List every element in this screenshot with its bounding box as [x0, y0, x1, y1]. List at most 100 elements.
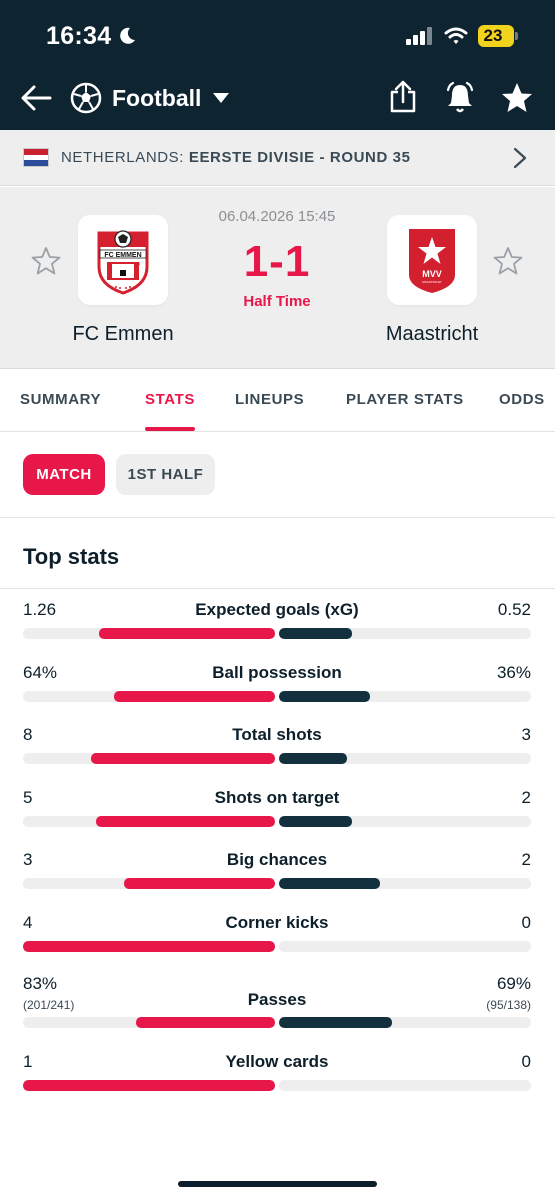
home-stat-bar	[136, 1017, 275, 1028]
home-bar-track	[23, 753, 275, 764]
stat-label: Passes	[247, 990, 307, 1009]
home-stat-bar	[23, 941, 275, 952]
stat-row: 5 Shots on target 2	[23, 788, 531, 848]
battery-level: 23	[483, 26, 503, 45]
period-selector: MATCH 1ST HALF	[0, 432, 555, 518]
home-stat-bar	[99, 628, 275, 639]
svg-text:FC EMMEN: FC EMMEN	[104, 252, 141, 259]
home-bar-track	[23, 816, 275, 827]
away-bar-track	[279, 691, 531, 702]
stat-label: Yellow cards	[225, 1052, 329, 1071]
stat-label: Total shots	[232, 725, 322, 744]
stat-away-value: 2	[521, 850, 531, 869]
stat-row: 64% Ball possession 36%	[23, 663, 531, 723]
period-1st-half-button[interactable]: 1ST HALF	[116, 454, 215, 495]
app-header: 16:34 23 Football	[0, 0, 555, 130]
stat-row: 3 Big chances 2	[23, 850, 531, 910]
home-bar-track	[23, 628, 275, 639]
home-team-logo[interactable]: FC EMMEN 1925	[78, 215, 168, 305]
away-stat-bar	[279, 1017, 392, 1028]
netherlands-flag-icon	[23, 148, 49, 167]
away-bar-track	[279, 1017, 531, 1028]
home-bar-track	[23, 941, 275, 952]
stat-away-value: 69%	[496, 974, 531, 993]
divider	[0, 588, 555, 589]
svg-text:MVV: MVV	[422, 269, 442, 279]
stat-label: Corner kicks	[225, 913, 329, 932]
away-stat-bar	[279, 878, 380, 889]
away-bar-track	[279, 1080, 531, 1091]
away-team-logo[interactable]: MVV MAASTRICHT	[387, 215, 477, 305]
match-date: 06.04.2026 15:45	[218, 208, 336, 225]
notification-bell-icon[interactable]	[444, 80, 476, 114]
battery-icon: 23	[478, 25, 518, 47]
away-stat-bar	[279, 628, 352, 639]
away-bar-track	[279, 878, 531, 889]
match-header: FC EMMEN 1925 FC Emmen 06.04.2026 15:45 …	[0, 187, 555, 369]
tab-player-stats[interactable]: PLAYER STATS	[346, 391, 464, 408]
away-stat-bar	[279, 816, 352, 827]
chevron-right-icon	[513, 147, 527, 169]
away-bar-track	[279, 628, 531, 639]
stat-away-subvalue: (95/138)	[486, 998, 531, 1012]
status-time: 16:34	[46, 22, 112, 50]
svg-text:MAASTRICHT: MAASTRICHT	[422, 280, 442, 284]
stat-label: Shots on target	[214, 788, 340, 807]
chevron-down-icon	[213, 93, 230, 103]
home-team-favorite-star-icon[interactable]	[30, 245, 62, 277]
tab-lineups[interactable]: LINEUPS	[235, 391, 304, 408]
away-stat-bar	[279, 691, 370, 702]
away-team-favorite-star-icon[interactable]	[492, 245, 524, 277]
favorite-star-icon[interactable]	[500, 81, 534, 115]
home-stat-bar	[96, 816, 275, 827]
active-tab-indicator	[145, 427, 195, 431]
stat-row: 4 Corner kicks 0	[23, 913, 531, 973]
tab-stats[interactable]: STATS	[145, 391, 195, 408]
moon-icon	[120, 27, 135, 44]
wifi-icon	[444, 27, 468, 44]
top-stats-title: Top stats	[23, 544, 120, 569]
stat-row: 8 Total shots 3	[23, 725, 531, 785]
fc-emmen-crest-icon: FC EMMEN 1925	[97, 230, 149, 295]
mvv-maastricht-crest-icon: MVV MAASTRICHT	[409, 229, 455, 293]
home-bar-track	[23, 691, 275, 702]
home-indicator[interactable]	[178, 1181, 377, 1187]
home-team-name[interactable]: FC Emmen	[43, 323, 203, 346]
league-row[interactable]: NETHERLANDS: EERSTE DIVISIE - ROUND 35	[0, 130, 555, 186]
match-score: 1-1	[243, 237, 311, 286]
stat-home-subvalue: (201/241)	[23, 998, 75, 1012]
away-bar-track	[279, 816, 531, 827]
stat-row: 83% Passes 69% (201/241) (95/138)	[23, 974, 531, 1034]
home-bar-track	[23, 1017, 275, 1028]
cellular-signal-icon	[406, 27, 432, 45]
sport-label: Football	[112, 84, 202, 111]
sport-selector[interactable]: Football	[70, 80, 230, 116]
tab-odds[interactable]: ODDS	[499, 391, 545, 408]
away-team-name[interactable]: Maastricht	[352, 323, 512, 346]
football-icon	[70, 82, 102, 114]
stat-away-value: 3	[521, 725, 531, 744]
away-bar-track	[279, 941, 531, 952]
home-bar-track	[23, 878, 275, 889]
home-bar-track	[23, 1080, 275, 1091]
period-match-button[interactable]: MATCH	[23, 454, 105, 495]
league-label: NETHERLANDS: EERSTE DIVISIE - ROUND 35	[61, 149, 411, 166]
stat-label: Ball possession	[212, 663, 342, 682]
stat-away-value: 0.52	[497, 600, 531, 619]
league-competition: EERSTE DIVISIE - ROUND 35	[188, 149, 411, 166]
home-stat-bar	[23, 1080, 275, 1091]
stat-label: Expected goals (xG)	[195, 600, 359, 619]
match-tabs: SUMMARY STATS LINEUPS PLAYER STATS ODDS	[0, 370, 555, 432]
tab-summary[interactable]: SUMMARY	[20, 391, 101, 408]
back-arrow-icon[interactable]	[20, 84, 52, 112]
match-status: Half Time	[243, 293, 311, 310]
stat-row: 1 Yellow cards 0	[23, 1052, 531, 1112]
home-stat-bar	[91, 753, 275, 764]
stat-away-value: 36%	[496, 663, 531, 682]
stat-label: Big chances	[226, 850, 328, 869]
league-country: NETHERLANDS:	[61, 149, 185, 166]
home-stat-bar	[114, 691, 275, 702]
stat-away-value: 0	[521, 1052, 531, 1071]
share-icon[interactable]	[388, 80, 418, 114]
away-bar-track	[279, 753, 531, 764]
